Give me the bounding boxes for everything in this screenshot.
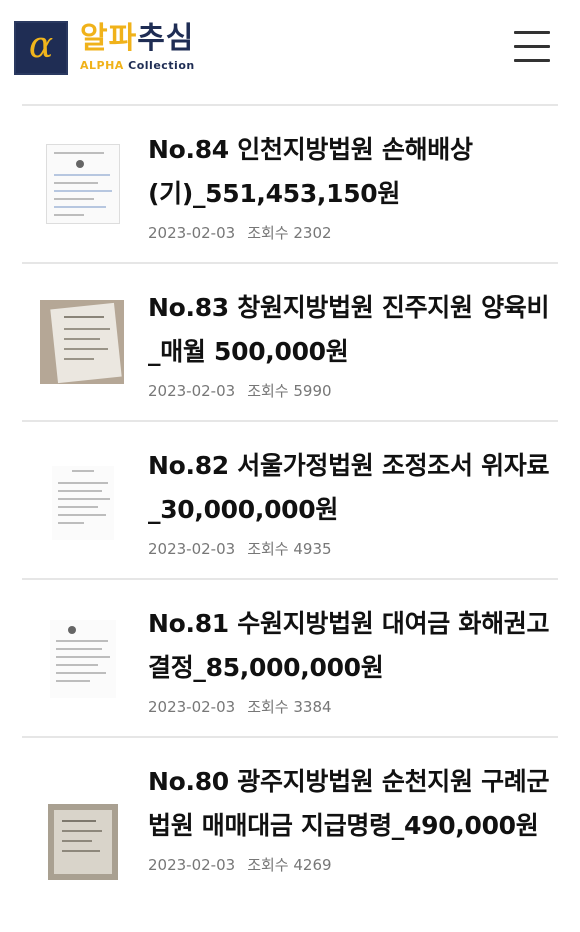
post-date: 2023-02-03 bbox=[148, 540, 236, 558]
post-views: 조회수 3384 bbox=[247, 698, 332, 716]
logo-subtitle-part1: ALPHA bbox=[80, 59, 124, 72]
post-meta: 2023-02-03 조회수 2302 bbox=[148, 223, 558, 243]
court-document-thumbnail bbox=[40, 142, 124, 226]
post-list: No.84 인천지방법원 손해배상(기)_551,453,150원 2023-0… bbox=[22, 104, 558, 932]
post-meta: 2023-02-03 조회수 3384 bbox=[148, 697, 558, 717]
post-date: 2023-02-03 bbox=[148, 224, 236, 242]
court-document-thumbnail bbox=[40, 618, 124, 702]
logo-title-part2: 추심 bbox=[137, 21, 195, 56]
post-title[interactable]: No.81 수원지방법원 대여금 화해권고결정_85,000,000원 bbox=[148, 602, 558, 690]
post-date: 2023-02-03 bbox=[148, 382, 236, 400]
list-item[interactable]: No.81 수원지방법원 대여금 화해권고결정_85,000,000원 2023… bbox=[22, 578, 558, 736]
post-views: 조회수 2302 bbox=[247, 224, 332, 242]
logo-text: 알파추심 ALPHA Collection bbox=[80, 21, 195, 72]
post-title[interactable]: No.83 창원지방법원 진주지원 양육비_매월 500,000원 bbox=[148, 286, 558, 374]
post-date: 2023-02-03 bbox=[148, 698, 236, 716]
alpha-logo-icon: α bbox=[14, 21, 68, 75]
alpha-symbol: α bbox=[28, 25, 54, 66]
post-views: 조회수 5990 bbox=[247, 382, 332, 400]
post-views: 조회수 4269 bbox=[247, 856, 332, 874]
site-header: α 알파추심 ALPHA Collection bbox=[0, 0, 580, 104]
logo-subtitle: ALPHA Collection bbox=[80, 59, 195, 72]
post-meta: 2023-02-03 조회수 4935 bbox=[148, 539, 558, 559]
post-title[interactable]: No.80 광주지방법원 순천지원 구례군법원 매매대금 지급명령_490,00… bbox=[148, 760, 558, 848]
logo-title-part1: 알파 bbox=[80, 21, 138, 56]
hamburger-menu-icon[interactable] bbox=[514, 31, 550, 63]
logo-subtitle-part2: Collection bbox=[123, 59, 195, 72]
post-meta: 2023-02-03 조회수 4269 bbox=[148, 855, 558, 875]
list-item[interactable]: No.80 광주지방법원 순천지원 구례군법원 매매대금 지급명령_490,00… bbox=[22, 736, 558, 932]
site-logo[interactable]: α 알파추심 ALPHA Collection bbox=[14, 21, 195, 75]
court-document-thumbnail bbox=[40, 462, 124, 546]
list-item[interactable]: No.84 인천지방법원 손해배상(기)_551,453,150원 2023-0… bbox=[22, 104, 558, 262]
list-item[interactable]: No.83 창원지방법원 진주지원 양육비_매월 500,000원 2023-0… bbox=[22, 262, 558, 420]
logo-title: 알파추심 bbox=[80, 21, 195, 57]
post-title[interactable]: No.84 인천지방법원 손해배상(기)_551,453,150원 bbox=[148, 128, 558, 216]
post-meta: 2023-02-03 조회수 5990 bbox=[148, 381, 558, 401]
post-title[interactable]: No.82 서울가정법원 조정조서 위자료_30,000,000원 bbox=[148, 444, 558, 532]
court-document-photo-thumbnail bbox=[48, 804, 118, 880]
court-document-photo-thumbnail bbox=[40, 300, 124, 384]
post-date: 2023-02-03 bbox=[148, 856, 236, 874]
post-views: 조회수 4935 bbox=[247, 540, 332, 558]
list-item[interactable]: No.82 서울가정법원 조정조서 위자료_30,000,000원 2023-0… bbox=[22, 420, 558, 578]
